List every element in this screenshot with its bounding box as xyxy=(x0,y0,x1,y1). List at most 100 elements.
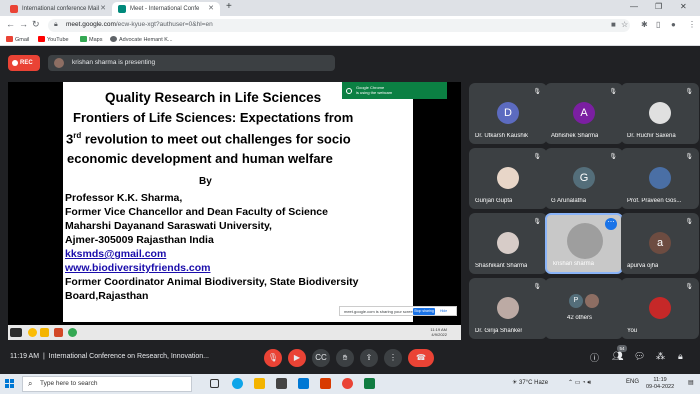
participant-tile[interactable]: 🎙︎ a apurva ojha xyxy=(621,213,699,274)
bookmark-maps[interactable]: Maps xyxy=(80,35,102,45)
tray-icons[interactable]: ⌃ ▭ ◔ 🔊︎ xyxy=(568,379,591,387)
participant-tile[interactable]: 🎙︎ Prof. Praveen Gos... xyxy=(621,148,699,209)
tab-label: International conference Mail xyxy=(22,6,100,12)
mic-off-icon: 🎙︎ xyxy=(533,154,541,160)
windows-start-icon[interactable] xyxy=(5,379,15,389)
people-icon[interactable]: 👥︎ xyxy=(612,351,623,362)
bookmark-gmail[interactable]: Gmail xyxy=(6,35,29,45)
more-options-button[interactable]: ⋮ xyxy=(384,349,402,367)
avatar-photo xyxy=(649,102,671,124)
taskbar-search[interactable]: ⌕ Type here to search xyxy=(22,376,192,392)
tab-label: Meet - International Confe xyxy=(130,6,200,12)
participant-tile[interactable]: 🎙︎ Gunjan Gupta xyxy=(469,148,547,209)
weather-status[interactable]: ☀︎ 37°C Haze xyxy=(512,379,548,386)
hide-button[interactable]: Hide xyxy=(440,307,447,316)
meeting-clock: 11:19 AM xyxy=(10,353,40,360)
mic-off-icon: 🎙︎ xyxy=(685,154,693,160)
address-bar[interactable]: 🔒︎ meet.google.com/ecw-kyue-xgt?authuser… xyxy=(48,19,630,32)
chat-icon[interactable]: 💬︎ xyxy=(634,351,645,362)
office-icon[interactable] xyxy=(320,378,331,389)
presentation-stage: Quality Research in Life Sciences Fronti… xyxy=(8,82,461,340)
mic-off-icon: 🎙︎ xyxy=(533,219,541,225)
meeting-title: International Conference on Research, In… xyxy=(48,353,209,360)
minimize-icon[interactable]: — xyxy=(630,2,638,11)
lock-icon[interactable]: 🔒︎ xyxy=(54,21,58,29)
more-options-icon[interactable]: ⋯ xyxy=(605,218,617,230)
mail-icon[interactable] xyxy=(298,378,309,389)
participant-tile[interactable]: 🎙︎ D Dr. Utkarsh Kaushik xyxy=(469,83,547,144)
avatar-photo xyxy=(497,297,519,319)
leave-call-button[interactable]: ☎︎ xyxy=(408,349,434,367)
url-path: /ecw-kyue-xgt?authuser=0&hl=en xyxy=(115,21,213,28)
avatar: P xyxy=(569,294,583,308)
back-icon[interactable]: ← xyxy=(6,19,15,29)
store-icon[interactable] xyxy=(276,378,287,389)
participant-tile[interactable]: 🎙︎ Dr. Ruchir Saxena xyxy=(621,83,699,144)
recording-badge[interactable]: REC xyxy=(8,55,40,71)
mic-toggle-button[interactable]: 🎙︎ xyxy=(264,349,282,367)
camera-toggle-button[interactable]: ▶︎ xyxy=(288,349,306,367)
globe-icon xyxy=(110,36,117,42)
participant-name: Abhishek Sharma xyxy=(551,133,599,139)
avatar: D xyxy=(497,102,519,124)
start-icon xyxy=(10,328,22,337)
participant-tile[interactable]: 🎙︎ Dr. Girija Shanker xyxy=(469,278,547,339)
stop-sharing-button[interactable]: Stop sharing xyxy=(413,308,435,315)
chrome-icon[interactable] xyxy=(342,378,353,389)
participant-tile[interactable]: 🎙︎ Shashikant Sharma xyxy=(469,213,547,274)
website-link[interactable]: www.biodiversityfriends.com xyxy=(65,262,210,274)
language-indicator[interactable]: ENG xyxy=(626,379,639,385)
tab-meet[interactable]: Meet - International Confe ✕ xyxy=(112,2,220,16)
presenting-text: krishan sharma is presenting xyxy=(72,59,156,66)
menu-icon[interactable]: ⋮ xyxy=(688,20,696,29)
mic-off-icon: 🎙︎ xyxy=(685,89,693,95)
bookmark-advocate[interactable]: Advocate Hemant K... xyxy=(110,35,173,45)
maximize-icon[interactable]: ❐ xyxy=(655,2,662,11)
camera-in-use-icon[interactable]: ■ xyxy=(611,20,616,29)
author-line: Former Vice Chancellor and Dean Faculty … xyxy=(65,206,328,218)
close-icon[interactable]: ✕ xyxy=(208,2,214,16)
close-icon[interactable]: ✕ xyxy=(100,2,106,16)
avatar: G xyxy=(573,167,595,189)
author-line: Professor K.K. Sharma, xyxy=(65,192,183,204)
avatar-photo xyxy=(649,297,671,319)
slide: Quality Research in Life Sciences Fronti… xyxy=(63,82,457,322)
participant-tile[interactable]: 🎙︎ A Abhishek Sharma xyxy=(545,83,623,144)
captions-button[interactable]: CC xyxy=(312,349,330,367)
tab-gmail[interactable]: International conference Mail ✕ xyxy=(4,2,112,16)
task-view-icon[interactable] xyxy=(210,379,219,388)
participant-tile-speaker[interactable]: ⋯ krishan sharma xyxy=(545,213,623,274)
shared-screen-taskbar: 11:19 AM 4/9/2022 xyxy=(8,325,461,340)
raise-hand-button[interactable]: ✋︎ xyxy=(336,349,354,367)
star-icon[interactable]: ☆ xyxy=(621,20,628,29)
email-link[interactable]: kksmds@gmail.com xyxy=(65,248,166,260)
file-explorer-icon[interactable] xyxy=(254,378,265,389)
slide-by: By xyxy=(199,176,212,187)
extensions-icon[interactable]: ✱ xyxy=(641,20,648,29)
browser-tab-bar: International conference Mail ✕ Meet - I… xyxy=(0,0,700,16)
activities-icon[interactable]: ⁂ xyxy=(656,351,665,362)
present-button[interactable]: ⇪ xyxy=(360,349,378,367)
author-line: Ajmer-305009 Rajasthan India xyxy=(65,234,214,246)
author-line: Maharshi Dayanand Saraswati University, xyxy=(65,220,272,232)
sidepanel-icon[interactable]: ▯ xyxy=(656,20,660,29)
edge-icon[interactable] xyxy=(232,378,243,389)
host-controls-icon[interactable]: 🔒︎ xyxy=(678,351,683,362)
info-icon[interactable]: ⓘ xyxy=(590,351,599,364)
share-text: meet.google.com is sharing your screen. xyxy=(344,309,417,314)
others-tile[interactable]: P 42 others xyxy=(545,278,623,339)
reload-icon[interactable]: ↻ xyxy=(32,19,40,30)
notifications-icon[interactable]: ▤ xyxy=(688,379,694,386)
taskbar-clock[interactable]: 11:19 09-04-2022 xyxy=(646,377,674,391)
participant-name: Prof. Praveen Gos... xyxy=(627,198,682,204)
window-close-icon[interactable]: ✕ xyxy=(680,2,687,11)
profile-icon[interactable]: ● xyxy=(671,20,676,29)
participant-tile[interactable]: 🎙︎ G G Arunalatha xyxy=(545,148,623,209)
forward-icon[interactable]: → xyxy=(19,19,28,29)
bookmarks-bar: Gmail YouTube Maps Advocate Hemant K... xyxy=(0,34,700,46)
self-tile[interactable]: 🎙︎ You xyxy=(621,278,699,339)
new-tab-icon[interactable]: + xyxy=(226,1,232,12)
excel-icon[interactable] xyxy=(364,378,375,389)
bookmark-youtube[interactable]: YouTube xyxy=(38,35,69,45)
browser-toolbar: ← → ↻ 🔒︎ meet.google.com/ecw-kyue-xgt?au… xyxy=(0,16,700,34)
